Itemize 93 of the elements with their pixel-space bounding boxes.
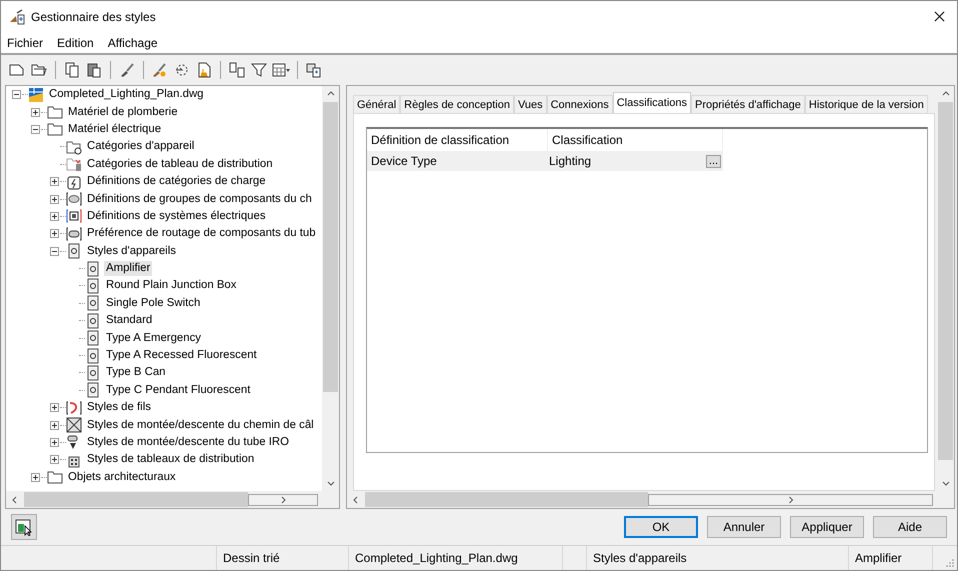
close-icon[interactable]	[934, 11, 945, 22]
tree-item[interactable]: Styles de tableaux de distribution	[85, 452, 256, 468]
expand-toggle[interactable]	[50, 194, 59, 204]
device-icon	[85, 330, 101, 346]
dialog-button[interactable]: Annuler	[707, 516, 781, 538]
tree-item[interactable]: Matériel électrique	[66, 122, 164, 137]
expand-toggle[interactable]	[50, 212, 59, 221]
tree-item[interactable]: Styles de montée/descente du tube IRO	[85, 435, 291, 450]
status-text: Completed_Lighting_Plan.dwg	[355, 551, 518, 565]
tree-item[interactable]: Styles d'appareils	[85, 244, 178, 259]
paste-icon[interactable]	[85, 61, 103, 79]
vertical-scrollbar[interactable]	[322, 86, 339, 491]
scrollbar-thumb[interactable]	[938, 102, 953, 460]
copy-icon[interactable]	[63, 61, 81, 79]
tree-item[interactable]: Type A Emergency	[104, 330, 203, 346]
browse-button[interactable]: ...	[706, 154, 721, 168]
folder-icon	[47, 469, 63, 486]
tree-item[interactable]: Type A Recessed Fluorescent	[104, 348, 259, 364]
lightning-icon	[66, 174, 82, 190]
tree-item[interactable]: Standard	[104, 313, 154, 328]
tree-item[interactable]: Type B Can	[104, 365, 168, 380]
device-icon	[85, 260, 101, 277]
crossed-box-icon	[66, 417, 82, 434]
tree-item[interactable]: Objets architecturaux	[66, 470, 178, 485]
expand-toggle[interactable]	[50, 438, 59, 447]
system-icon	[66, 208, 82, 224]
scrollbar-thumb[interactable]	[323, 102, 338, 392]
tree-item[interactable]: Définitions de systèmes électriques	[85, 208, 268, 224]
collapse-toggle[interactable]	[50, 246, 59, 256]
tree-item[interactable]: Préférence de routage de composants du tub	[85, 226, 318, 242]
window-title: Gestionnaire des styles	[31, 10, 157, 24]
filter-icon[interactable]	[250, 61, 268, 79]
collapse-toggle[interactable]	[31, 124, 40, 134]
tree-item[interactable]: Matériel de plomberie	[66, 104, 180, 120]
collapse-toggle[interactable]	[12, 90, 21, 100]
tree-item[interactable]: Single Pole Switch	[104, 296, 202, 311]
device-icon	[85, 364, 101, 381]
tab[interactable]: Historique de la version	[804, 95, 928, 113]
dialog-button[interactable]: Appliquer	[790, 516, 864, 538]
coil-icon	[66, 226, 82, 242]
tree-item[interactable]: Round Plain Junction Box	[104, 278, 238, 294]
device-icon	[85, 295, 101, 312]
tab[interactable]: Règles de conception	[400, 95, 514, 113]
expand-toggle[interactable]	[50, 177, 59, 186]
tree-item[interactable]: Completed_Lighting_Plan.dwg	[47, 87, 206, 102]
expand-toggle[interactable]	[50, 420, 59, 430]
tab[interactable]: Vues	[514, 95, 547, 113]
menu-item[interactable]: Affichage	[108, 36, 158, 50]
folder-icon	[66, 138, 82, 155]
column-header: Définition de classification	[370, 133, 510, 147]
app-icon	[9, 8, 25, 24]
tray-icon	[66, 191, 82, 208]
status-text: Styles d'appareils	[593, 551, 687, 565]
folder-icon	[66, 156, 82, 172]
dialog-button[interactable]: OK	[624, 516, 698, 538]
tree-item[interactable]: Styles de montée/descente du chemin de câl	[85, 418, 316, 433]
table-cell[interactable]: Lighting	[547, 151, 706, 171]
status-text: Amplifier	[855, 551, 902, 565]
tree-item[interactable]: Catégories d'appareil	[85, 139, 196, 154]
tab[interactable]: Classifications	[612, 92, 692, 113]
expand-toggle[interactable]	[50, 403, 59, 412]
dialog-button[interactable]: Aide	[873, 516, 947, 538]
tree-item[interactable]: Amplifier	[104, 261, 152, 276]
tree-item[interactable]: Styles de fils	[85, 400, 153, 416]
menu-item[interactable]: Fichier	[7, 36, 44, 50]
device-icon	[85, 382, 101, 398]
menu-item[interactable]: Edition	[57, 36, 94, 50]
status-text: Dessin trié	[223, 551, 280, 565]
view-grid-icon[interactable]	[272, 61, 290, 79]
tab[interactable]: Propriétés d'affichage	[691, 95, 805, 113]
scrollbar-thumb[interactable]	[365, 492, 648, 507]
folder-icon	[47, 104, 63, 120]
device-icon	[85, 312, 101, 329]
folder-icon	[47, 121, 63, 138]
expand-toggle[interactable]	[50, 229, 59, 238]
preview-toggle-button[interactable]	[11, 514, 37, 540]
expand-toggle[interactable]	[50, 455, 59, 464]
tree-item[interactable]: Catégories de tableau de distribution	[85, 156, 275, 172]
tab[interactable]: Général	[353, 95, 400, 113]
expand-toggle[interactable]	[31, 472, 40, 482]
device-icon	[85, 348, 101, 364]
tree-item[interactable]: Type C Pendant Fluorescent	[104, 382, 252, 398]
tab[interactable]: Connexions	[546, 95, 613, 113]
expand-toggle[interactable]	[31, 108, 40, 117]
tree-item[interactable]: Définitions de groupes de composants du ch	[85, 192, 314, 207]
table-cell-text: Device Type	[370, 154, 438, 168]
scrollbar-thumb[interactable]	[24, 492, 248, 507]
wire-icon	[66, 400, 82, 416]
device-icon	[85, 278, 101, 294]
compare-icon[interactable]	[228, 61, 246, 79]
tree-item[interactable]: Définitions de catégories de charge	[85, 174, 268, 190]
device-icon	[66, 243, 82, 260]
resize-grip-icon[interactable]	[945, 558, 955, 568]
